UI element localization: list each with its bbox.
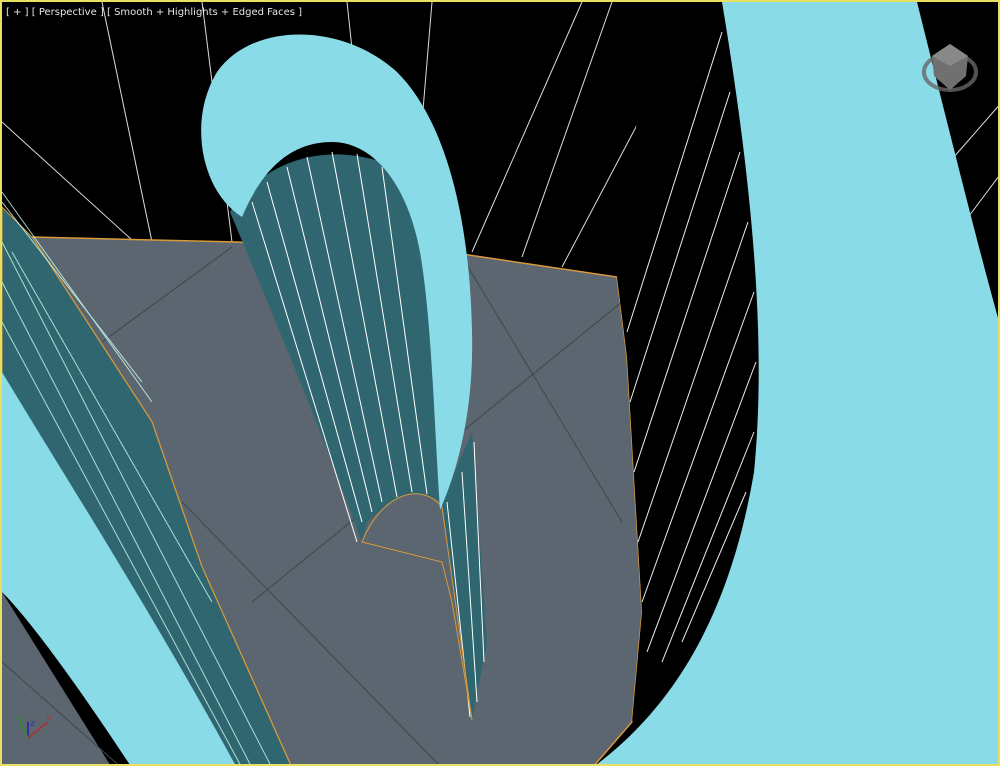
- perspective-viewport[interactable]: [ + ] [ Perspective ] [ Smooth + Highlig…: [0, 0, 1000, 766]
- viewport-label: [ + ] [ Perspective ] [ Smooth + Highlig…: [6, 7, 302, 18]
- gizmo-z-label: z: [30, 719, 35, 729]
- axis-gizmo-icon: z x: [17, 713, 52, 739]
- viewport-scene: [2, 2, 998, 764]
- gizmo-x-label: x: [46, 713, 52, 723]
- shading-mode-button[interactable]: [ Smooth + Highlights + Edged Faces ]: [107, 7, 302, 18]
- view-type-button[interactable]: [ Perspective ]: [32, 7, 104, 18]
- viewport-menu-button[interactable]: [ + ]: [6, 7, 29, 18]
- viewcube-icon[interactable]: [920, 38, 980, 94]
